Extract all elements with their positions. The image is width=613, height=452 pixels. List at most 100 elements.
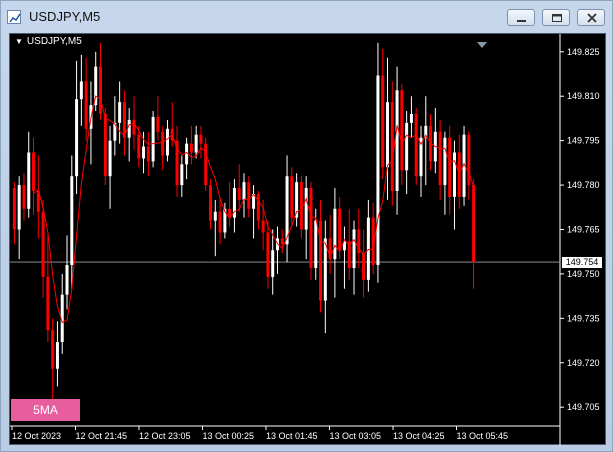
candle-body	[180, 164, 184, 186]
candle-body	[256, 193, 260, 221]
candle-body	[55, 342, 59, 369]
candle-body	[213, 211, 217, 221]
candle-body	[443, 137, 447, 186]
candle-body	[242, 182, 246, 200]
candle-body	[142, 146, 146, 159]
y-tick-label: 149.705	[567, 402, 600, 412]
candle-body	[271, 250, 275, 277]
candle-body	[299, 182, 303, 230]
indicator-badge-5ma[interactable]: 5MA	[11, 399, 80, 421]
candle-body	[338, 208, 342, 251]
chart-shift-marker-icon[interactable]	[477, 35, 487, 53]
candle-body	[280, 238, 284, 245]
candle-body	[199, 134, 203, 144]
candle-body	[127, 119, 131, 138]
close-icon	[587, 13, 597, 23]
y-tick-label: 149.825	[567, 47, 600, 57]
candle-body	[151, 116, 155, 162]
y-tick-label: 149.780	[567, 180, 600, 190]
candle-body	[352, 229, 356, 268]
candle-body	[32, 152, 36, 191]
chart-window: USDJPY,M5 149.825 149.810 149.795 149.780 14…	[0, 0, 613, 452]
current-price-tag: 149.754	[562, 257, 602, 268]
candle-body	[414, 114, 418, 177]
candle-body	[314, 220, 318, 268]
candle-body	[65, 265, 69, 295]
x-tick-label: 12 Oct 2023	[12, 431, 61, 441]
candle-body	[400, 90, 404, 171]
candle-body	[366, 217, 370, 280]
candle-body	[333, 208, 337, 260]
close-button[interactable]	[577, 9, 605, 26]
candle-body	[452, 152, 456, 197]
y-tick-label: 149.810	[567, 91, 600, 101]
candle-body	[79, 81, 83, 100]
candle-body	[12, 188, 16, 230]
candle-body	[309, 188, 313, 268]
candle-body	[472, 185, 476, 263]
candle-body	[84, 81, 88, 129]
candle-body	[118, 102, 122, 123]
candle-body	[108, 140, 112, 177]
candle-body	[319, 220, 323, 301]
candle-body	[218, 211, 222, 233]
candle-body	[156, 116, 160, 132]
chart-symbol-label: ▼ USDJPY,M5	[15, 36, 82, 47]
candle-body	[22, 185, 26, 209]
candle-body	[137, 134, 141, 159]
candle-body	[27, 152, 31, 209]
candle-body	[304, 188, 308, 230]
restore-icon	[552, 14, 562, 22]
x-tick-label: 13 Oct 03:05	[330, 431, 382, 441]
candle-body	[75, 99, 79, 177]
title-bar[interactable]: USDJPY,M5	[1, 1, 612, 33]
candle-body	[194, 134, 198, 153]
candle-body	[132, 119, 136, 135]
candle-body	[46, 276, 50, 331]
candle-body	[266, 232, 270, 277]
candle-body	[247, 182, 251, 209]
window-title: USDJPY,M5	[29, 9, 101, 24]
y-tick-label: 149.750	[567, 269, 600, 279]
chart-area[interactable]: 149.825 149.810 149.795 149.780 149.765 149.7…	[9, 33, 607, 446]
candlestick-chart[interactable]: 149.825 149.810 149.795 149.780 149.765 149.7…	[10, 34, 607, 446]
y-tick-label: 149.795	[567, 136, 600, 146]
minimize-button[interactable]	[507, 9, 535, 26]
candle-body	[70, 176, 74, 266]
chart-window-icon[interactable]	[7, 10, 21, 24]
x-tick-label: 13 Oct 05:45	[457, 431, 509, 441]
candle-body	[189, 143, 193, 153]
candle-body	[51, 330, 55, 369]
y-tick-label: 149.720	[567, 358, 600, 368]
candle-body	[362, 253, 366, 280]
candle-body	[381, 75, 385, 168]
candle-body	[146, 146, 150, 162]
candle-body	[17, 185, 21, 230]
y-tick-label: 149.735	[567, 313, 600, 323]
x-tick-label: 13 Oct 04:25	[393, 431, 445, 441]
candle-body	[161, 131, 165, 156]
candle-body	[390, 102, 394, 191]
candle-body	[209, 185, 213, 221]
candle-body	[290, 176, 294, 218]
candle-body	[103, 114, 107, 177]
x-tick-label: 12 Oct 21:45	[76, 431, 128, 441]
candle-body	[438, 131, 442, 186]
candle-body	[386, 102, 390, 168]
x-tick-label: 13 Oct 00:25	[203, 431, 255, 441]
y-tick-label: 149.765	[567, 225, 600, 235]
candle-body	[204, 143, 208, 186]
dropdown-triangle-icon[interactable]: ▼	[15, 37, 23, 46]
candle-body	[405, 122, 409, 171]
x-tick-label: 13 Oct 01:45	[266, 431, 318, 441]
candle-body	[395, 90, 399, 191]
minimize-icon	[517, 20, 526, 22]
candle-body	[41, 211, 45, 277]
candle-body	[98, 66, 102, 114]
candle-body	[376, 75, 380, 266]
candle-body	[448, 137, 452, 197]
restore-button[interactable]	[542, 9, 570, 26]
candle-body	[409, 114, 413, 123]
candle-body	[165, 128, 169, 156]
x-tick-label: 12 Oct 23:05	[139, 431, 191, 441]
